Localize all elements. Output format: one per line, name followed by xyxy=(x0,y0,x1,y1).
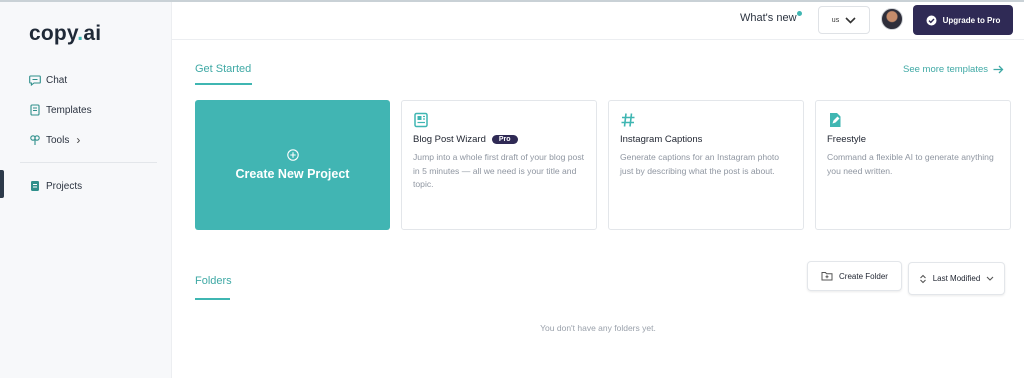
pro-badge: Pro xyxy=(491,135,518,144)
sidebar-item-label: Projects xyxy=(46,180,83,192)
whats-new-link[interactable]: What's new xyxy=(740,11,802,24)
template-name: Freestyle xyxy=(827,134,999,145)
sort-icon xyxy=(919,274,926,283)
sidebar: copy.ai Chat Templates Tools › Projects xyxy=(0,2,172,378)
plus-circle-icon xyxy=(286,149,299,161)
empty-folders-message: You don't have any folders yet. xyxy=(540,323,656,333)
tab-underline xyxy=(195,298,230,300)
chevron-down-icon xyxy=(845,16,856,24)
template-name: Instagram Captions xyxy=(620,134,792,145)
chevron-down-icon xyxy=(986,276,994,281)
folders-tab[interactable]: Folders xyxy=(195,275,232,287)
whats-new-label: What's new xyxy=(740,12,797,24)
template-name: Blog Post Wizard Pro xyxy=(413,134,585,145)
folder-plus-icon xyxy=(821,272,833,281)
sidebar-divider xyxy=(20,162,157,163)
check-badge-icon xyxy=(926,15,937,25)
see-more-label: See more templates xyxy=(903,64,989,75)
sort-dropdown[interactable]: Last Modified xyxy=(908,262,1005,295)
sidebar-item-label: Tools xyxy=(46,134,70,146)
avatar[interactable] xyxy=(881,8,903,30)
hashtag-icon xyxy=(621,113,635,127)
template-card-instagram-captions[interactable]: Instagram Captions Generate captions for… xyxy=(608,100,804,230)
tab-underline xyxy=(195,83,252,85)
top-header: What's new us Upgrade to Pro xyxy=(172,2,1024,40)
sort-label: Last Modified xyxy=(932,274,981,283)
language-select[interactable]: us xyxy=(818,6,870,34)
notification-dot xyxy=(796,11,802,16)
chevron-right-icon: › xyxy=(76,133,81,147)
copyai-logo[interactable]: copy.ai xyxy=(29,22,101,46)
file-edit-icon xyxy=(830,113,841,127)
template-description: Generate captions for an Instagram photo… xyxy=(620,152,780,176)
template-title: Blog Post Wizard xyxy=(413,134,486,145)
projects-icon xyxy=(29,180,41,192)
template-description: Jump into a whole first draft of your bl… xyxy=(413,152,585,189)
template-description: Command a flexible AI to generate anythi… xyxy=(827,152,994,176)
sidebar-item-projects[interactable]: Projects xyxy=(29,176,82,196)
language-value: us xyxy=(831,16,840,24)
create-folder-button[interactable]: Create Folder xyxy=(807,261,902,291)
template-title: Freestyle xyxy=(827,134,867,145)
sidebar-item-label: Templates xyxy=(46,104,92,116)
upgrade-label: Upgrade to Pro xyxy=(942,15,1001,25)
sidebar-item-templates[interactable]: Templates xyxy=(29,100,92,120)
document-icon xyxy=(29,104,41,116)
create-project-label: Create New Project xyxy=(235,167,350,181)
upgrade-button[interactable]: Upgrade to Pro xyxy=(913,5,1013,35)
template-card-freestyle[interactable]: Freestyle Command a flexible AI to gener… xyxy=(815,100,1011,230)
sidebar-item-tools[interactable]: Tools › xyxy=(29,130,80,150)
create-folder-label: Create Folder xyxy=(839,271,888,281)
sidebar-item-chat[interactable]: Chat xyxy=(29,70,67,90)
get-started-tab[interactable]: Get Started xyxy=(195,63,251,75)
template-title: Instagram Captions xyxy=(620,134,703,145)
sidebar-item-label: Chat xyxy=(46,74,68,86)
template-card-blog-post-wizard[interactable]: Blog Post Wizard Pro Jump into a whole f… xyxy=(401,100,597,230)
newspaper-icon xyxy=(414,112,428,128)
chat-icon xyxy=(29,74,41,86)
create-new-project-card[interactable]: Create New Project xyxy=(195,100,390,230)
active-indicator xyxy=(0,170,4,198)
see-more-templates-link[interactable]: See more templates xyxy=(903,64,1004,75)
arrow-right-icon xyxy=(993,65,1004,74)
tools-icon xyxy=(29,134,41,146)
